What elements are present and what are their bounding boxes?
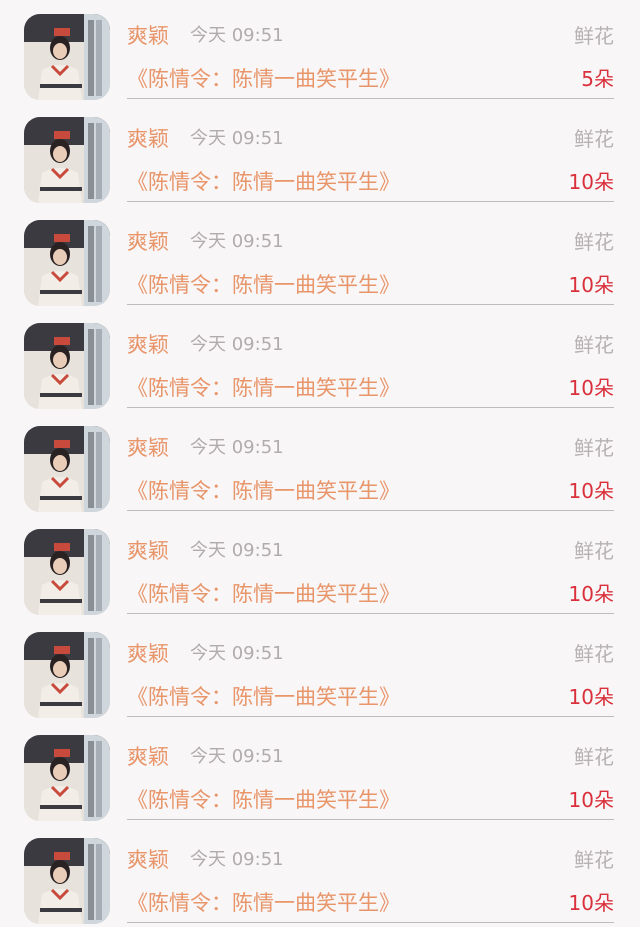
sender-name[interactable]: 爽颖 [127, 640, 169, 668]
list-item[interactable]: 爽颖 今天 09:51 鲜花 《陈情令：陈情一曲笑平生》 10朵 [0, 618, 640, 721]
avatar[interactable] [24, 426, 110, 512]
work-title-link[interactable]: 《陈情令：陈情一曲笑平生》 [127, 270, 400, 300]
avatar[interactable] [24, 14, 110, 100]
work-title-link[interactable]: 《陈情令：陈情一曲笑平生》 [127, 785, 400, 815]
avatar[interactable] [24, 117, 110, 203]
timestamp: 今天 09:51 [190, 128, 284, 149]
work-title-link[interactable]: 《陈情令：陈情一曲笑平生》 [127, 373, 400, 403]
avatar[interactable] [24, 323, 110, 409]
gift-count: 10朵 [568, 891, 614, 915]
gift-count: 10朵 [568, 582, 614, 606]
list-item[interactable]: 爽颖 今天 09:51 鲜花 《陈情令：陈情一曲笑平生》 10朵 [0, 103, 640, 206]
gift-type: 鲜花 [574, 848, 614, 872]
divider [127, 304, 614, 305]
work-title-link[interactable]: 《陈情令：陈情一曲笑平生》 [127, 167, 400, 197]
list-item[interactable]: 爽颖 今天 09:51 鲜花 《陈情令：陈情一曲笑平生》 10朵 [0, 824, 640, 927]
sender-name[interactable]: 爽颖 [127, 22, 169, 50]
gift-count: 5朵 [581, 67, 614, 91]
sender-name[interactable]: 爽颖 [127, 846, 169, 874]
list-item[interactable]: 爽颖 今天 09:51 鲜花 《陈情令：陈情一曲笑平生》 5朵 [0, 0, 640, 103]
timestamp: 今天 09:51 [190, 540, 284, 561]
timestamp: 今天 09:51 [190, 334, 284, 355]
work-title-link[interactable]: 《陈情令：陈情一曲笑平生》 [127, 888, 400, 918]
divider [127, 98, 614, 99]
sender-name[interactable]: 爽颖 [127, 537, 169, 565]
divider [127, 922, 614, 923]
avatar[interactable] [24, 529, 110, 615]
avatar[interactable] [24, 735, 110, 821]
gift-count: 10朵 [568, 376, 614, 400]
gift-count: 10朵 [568, 685, 614, 709]
work-title-link[interactable]: 《陈情令：陈情一曲笑平生》 [127, 579, 400, 609]
sender-name[interactable]: 爽颖 [127, 331, 169, 359]
work-title-link[interactable]: 《陈情令：陈情一曲笑平生》 [127, 64, 400, 94]
work-title-link[interactable]: 《陈情令：陈情一曲笑平生》 [127, 476, 400, 506]
avatar[interactable] [24, 220, 110, 306]
list-item[interactable]: 爽颖 今天 09:51 鲜花 《陈情令：陈情一曲笑平生》 10朵 [0, 721, 640, 824]
gift-type: 鲜花 [574, 127, 614, 151]
gift-type: 鲜花 [574, 745, 614, 769]
timestamp: 今天 09:51 [190, 231, 284, 252]
divider [127, 510, 614, 511]
sender-name[interactable]: 爽颖 [127, 743, 169, 771]
timestamp: 今天 09:51 [190, 746, 284, 767]
sender-name[interactable]: 爽颖 [127, 434, 169, 462]
work-title-link[interactable]: 《陈情令：陈情一曲笑平生》 [127, 682, 400, 712]
avatar[interactable] [24, 838, 110, 924]
list-item[interactable]: 爽颖 今天 09:51 鲜花 《陈情令：陈情一曲笑平生》 10朵 [0, 515, 640, 618]
avatar[interactable] [24, 632, 110, 718]
timestamp: 今天 09:51 [190, 437, 284, 458]
list-item[interactable]: 爽颖 今天 09:51 鲜花 《陈情令：陈情一曲笑平生》 10朵 [0, 206, 640, 309]
divider [127, 407, 614, 408]
timestamp: 今天 09:51 [190, 25, 284, 46]
sender-name[interactable]: 爽颖 [127, 228, 169, 256]
gift-count: 10朵 [568, 273, 614, 297]
list-item[interactable]: 爽颖 今天 09:51 鲜花 《陈情令：陈情一曲笑平生》 10朵 [0, 309, 640, 412]
timestamp: 今天 09:51 [190, 849, 284, 870]
divider [127, 201, 614, 202]
gift-type: 鲜花 [574, 24, 614, 48]
timestamp: 今天 09:51 [190, 643, 284, 664]
gift-type: 鲜花 [574, 230, 614, 254]
gift-count: 10朵 [568, 479, 614, 503]
divider [127, 819, 614, 820]
sender-name[interactable]: 爽颖 [127, 125, 169, 153]
gift-type: 鲜花 [574, 436, 614, 460]
gift-type: 鲜花 [574, 539, 614, 563]
divider [127, 716, 614, 717]
gift-count: 10朵 [568, 788, 614, 812]
gift-count: 10朵 [568, 170, 614, 194]
gift-type: 鲜花 [574, 333, 614, 357]
gift-type: 鲜花 [574, 642, 614, 666]
divider [127, 613, 614, 614]
list-item[interactable]: 爽颖 今天 09:51 鲜花 《陈情令：陈情一曲笑平生》 10朵 [0, 412, 640, 515]
